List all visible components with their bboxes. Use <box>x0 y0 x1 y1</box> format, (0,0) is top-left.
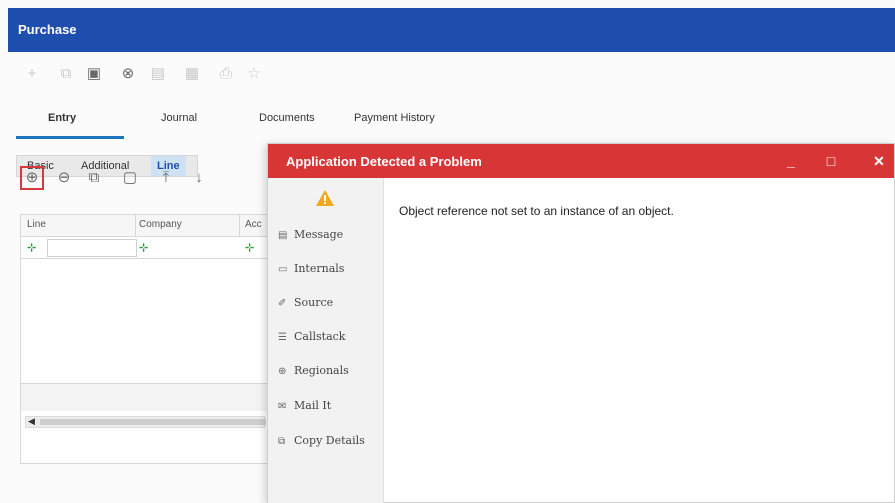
line-cell[interactable] <box>47 239 137 257</box>
remove-row-icon[interactable]: ⊖ <box>52 166 76 190</box>
tab-entry[interactable]: Entry <box>48 112 76 124</box>
line-grid: Line Company Acc ⊹ ⊹ ⊹ ◀ <box>20 214 270 464</box>
move-top-icon[interactable]: ⤒ <box>154 166 178 190</box>
top-tabs: Entry Journal Documents Payment History <box>16 104 616 140</box>
grid-footer <box>21 383 269 411</box>
dialog-titlebar: Application Detected a Problem _ □ ✕ <box>268 144 894 178</box>
table-row[interactable]: ⊹ ⊹ ⊹ <box>21 237 269 259</box>
paste-row-icon[interactable]: ▢ <box>118 166 142 190</box>
company-cell-icon: ⊹ <box>139 242 149 254</box>
add-row-icon[interactable]: ⊕ <box>20 166 44 190</box>
grid-header: Line Company Acc <box>21 215 269 237</box>
copy-icon[interactable]: ⧉ <box>56 64 76 84</box>
sidebar-item-label: Source <box>294 296 334 309</box>
horizontal-scrollbar[interactable]: ◀ <box>25 416 266 428</box>
sidebar-item-label: Copy Details <box>294 434 365 447</box>
internals-icon: ▭ <box>278 264 288 275</box>
app-titlebar: Purchase <box>8 8 895 52</box>
plus-icon[interactable]: + <box>22 64 42 84</box>
grid-toolbar: ⊕ ⊖ ⧉ ▢ ⤒ ↓ <box>20 162 270 192</box>
sidebar-item-callstack[interactable]: ☰ Callstack <box>278 330 345 343</box>
sidebar-item-message[interactable]: ▤ Message <box>278 228 343 241</box>
move-down-icon[interactable]: ↓ <box>187 166 211 190</box>
close-button[interactable]: ✕ <box>868 150 890 172</box>
sidebar-item-mail-it[interactable]: ✉ Mail It <box>278 399 331 412</box>
account-cell-icon: ⊹ <box>245 242 255 254</box>
delete-icon[interactable]: ▤ <box>148 64 168 84</box>
column-line[interactable]: Line <box>27 219 46 230</box>
sidebar-item-source[interactable]: ✐ Source <box>278 296 333 309</box>
message-icon: ▤ <box>278 230 288 241</box>
tab-documents[interactable]: Documents <box>259 112 315 124</box>
sidebar-item-label: Mail It <box>294 399 332 412</box>
document-icon[interactable]: ▦ <box>182 64 202 84</box>
sidebar-item-copy-details[interactable]: ⧉ Copy Details <box>278 434 365 447</box>
column-separator <box>239 215 240 237</box>
copy-row-icon[interactable]: ⧉ <box>82 166 106 190</box>
error-dialog: Application Detected a Problem _ □ ✕ ▤ Me… <box>267 143 895 503</box>
warning-icon <box>316 190 334 206</box>
maximize-button[interactable]: □ <box>820 150 842 172</box>
pin-icon[interactable]: ☆ <box>244 64 264 84</box>
active-tab-indicator <box>16 136 124 139</box>
source-icon: ✐ <box>278 298 287 309</box>
sidebar-item-label: Regionals <box>294 364 349 377</box>
scrollbar-thumb[interactable] <box>40 419 266 425</box>
print-icon[interactable]: ⎙ <box>216 64 236 84</box>
column-separator <box>135 215 136 237</box>
sidebar-item-internals[interactable]: ▭ Internals <box>278 262 344 275</box>
column-account[interactable]: Acc <box>245 219 262 230</box>
save-icon[interactable]: ▣ <box>84 64 104 84</box>
sidebar-item-label: Internals <box>294 262 345 275</box>
scroll-left-icon[interactable]: ◀ <box>28 416 35 427</box>
column-company[interactable]: Company <box>139 219 182 230</box>
tab-journal[interactable]: Journal <box>161 112 197 124</box>
dialog-title: Application Detected a Problem <box>286 154 482 169</box>
mail-icon: ✉ <box>278 401 287 412</box>
dialog-sidebar: ▤ Message ▭ Internals ✐ Source ☰ Callstack ⊕… <box>268 178 384 503</box>
sidebar-item-label: Callstack <box>294 330 346 343</box>
app-window: Purchase + ⧉ ▣ ⊗ ▤ ▦ ⎙ ☆ Entry Journal D… <box>0 0 895 503</box>
error-message: Object reference not set to an instance … <box>399 204 674 218</box>
new-row-icon: ⊹ <box>27 242 37 254</box>
callstack-icon: ☰ <box>278 332 287 343</box>
window-title: Purchase <box>18 22 77 37</box>
sidebar-item-regionals[interactable]: ⊕ Regionals <box>278 364 349 377</box>
minimize-button[interactable]: _ <box>780 150 802 172</box>
cancel-icon[interactable]: ⊗ <box>118 64 138 84</box>
globe-icon: ⊕ <box>278 366 287 377</box>
tab-payment-history[interactable]: Payment History <box>354 112 435 124</box>
copy-icon: ⧉ <box>278 436 286 447</box>
sidebar-item-label: Message <box>294 228 344 241</box>
